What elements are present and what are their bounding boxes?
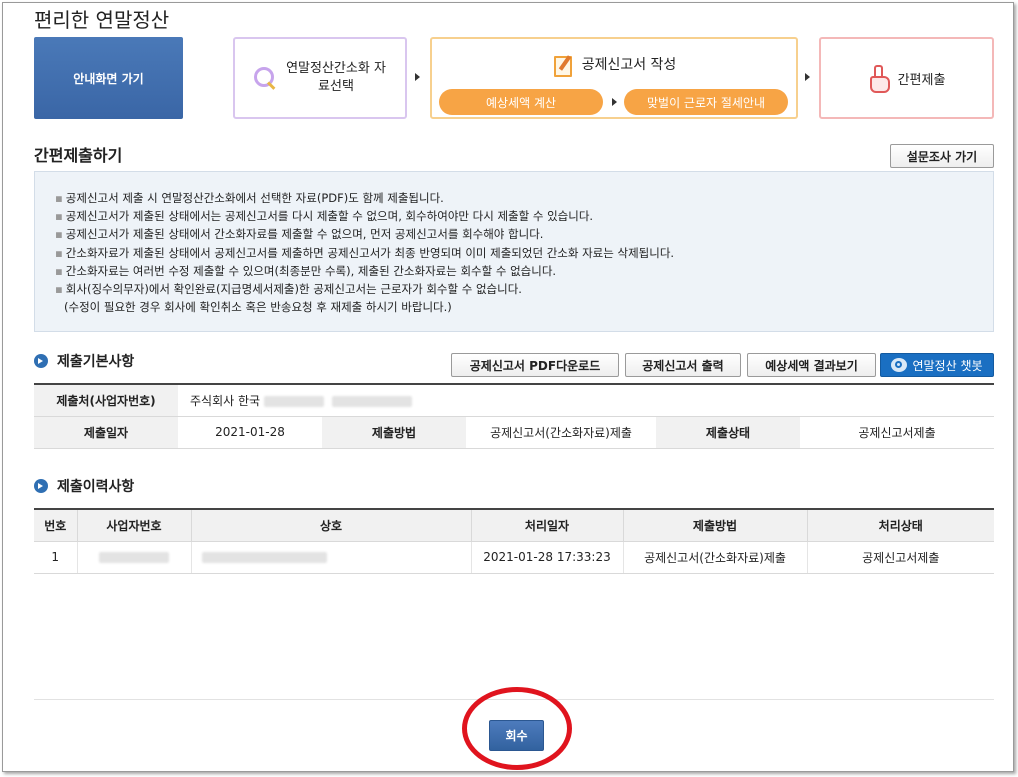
pencil-note-icon xyxy=(552,53,574,77)
col-header: 사업자번호 xyxy=(77,509,192,542)
history-heading: 제출이력사항 xyxy=(34,476,134,496)
section-title: 간편제출하기 xyxy=(34,146,123,165)
col-header: 제출방법 xyxy=(623,509,808,542)
step2-title[interactable]: 공제신고서 작성 xyxy=(582,54,677,74)
estimated-tax-button[interactable]: 예상세액 계산 xyxy=(439,89,603,115)
col-header: 번호 xyxy=(34,509,78,542)
basic-info-title: 제출기본사항 xyxy=(57,354,135,370)
status-label: 제출상태 xyxy=(656,416,800,449)
chatbot-button[interactable]: 연말정산 챗봇 xyxy=(880,353,994,377)
company-name xyxy=(191,541,472,574)
chatbot-label: 연말정산 챗봇 xyxy=(912,358,983,373)
notice-line: ▪ 간소화자료가 제출된 상태에서 공제신고서를 제출하면 공제신고서가 최종 반… xyxy=(55,245,675,260)
page-title: 편리한 연말정산 xyxy=(34,8,170,32)
step3-label: 간편제출 xyxy=(897,72,946,88)
survey-button[interactable]: 설문조사 가기 xyxy=(890,144,994,168)
processed-date: 2021-01-28 17:33:23 xyxy=(471,541,624,574)
estimated-result-button[interactable]: 예상세액 결과보기 xyxy=(747,353,876,377)
notice-box: ▪ 공제신고서 제출 시 연말정산간소화에서 선택한 자료(PDF)도 함께 제출… xyxy=(34,171,994,332)
business-number xyxy=(77,541,192,574)
history-title: 제출이력사항 xyxy=(57,479,135,495)
highlight-annotation-circle xyxy=(462,687,572,770)
pointing-hand-icon xyxy=(868,65,890,93)
date-label: 제출일자 xyxy=(34,416,178,449)
col-header: 처리일자 xyxy=(471,509,624,542)
arrow-circle-icon xyxy=(34,354,48,368)
step-simple-submit[interactable]: 간편제출 xyxy=(819,37,994,119)
history-table: 번호 사업자번호 상호 처리일자 제출방법 처리상태 1 2021-01-28 … xyxy=(34,508,994,574)
method-label: 제출방법 xyxy=(322,416,466,449)
notice-line: (수정이 필요한 경우 회사에 확인취소 혹은 반송요청 후 재제출 하시기 바… xyxy=(64,300,452,315)
arrow-circle-icon xyxy=(34,479,48,493)
col-header: 상호 xyxy=(191,509,472,542)
pill-arrow-icon xyxy=(612,98,617,106)
notice-line: ▪ 간소화자료는 여러번 수정 제출할 수 있으며(최종분만 수록), 제출된 간… xyxy=(55,263,557,278)
step-arrow-icon xyxy=(415,73,420,81)
row-number: 1 xyxy=(34,541,78,574)
step-select-simplified-data[interactable]: 연말정산간소화 자료선택 xyxy=(233,37,407,119)
method-value: 공제신고서(간소화자료)제출 xyxy=(466,416,656,449)
notice-line: ▪ 회사(징수의무자)에서 확인완료(지급명세서제출)한 공제신고서는 근로자가 … xyxy=(55,282,522,297)
status-value: 공제신고서제출 xyxy=(800,416,994,449)
basic-info-heading: 제출기본사항 xyxy=(34,351,134,371)
home-guide-button[interactable]: 안내화면 가기 xyxy=(34,37,183,119)
col-header: 처리상태 xyxy=(807,509,994,542)
table-row: 1 2021-01-28 17:33:23 공제신고서(간소화자료)제출 공제신… xyxy=(34,541,994,574)
notice-line: ▪ 공제신고서가 제출된 상태에서 간소화자료를 제출할 수 없으며, 먼저 공제… xyxy=(55,227,544,242)
masked-text xyxy=(263,395,324,407)
magnifier-icon xyxy=(254,67,276,89)
pdf-download-button[interactable]: 공제신고서 PDF다운로드 xyxy=(451,353,619,377)
step-arrow-icon xyxy=(805,73,810,81)
step-write-deduction-form: 공제신고서 작성 예상세액 계산 맞벌이 근로자 절세안내 xyxy=(430,37,798,119)
submitter-label: 제출처(사업자번호) xyxy=(34,384,178,417)
chatbot-icon xyxy=(891,358,908,372)
print-button[interactable]: 공제신고서 출력 xyxy=(625,353,741,377)
dual-income-guide-button[interactable]: 맞벌이 근로자 절세안내 xyxy=(624,89,788,115)
masked-text xyxy=(331,395,412,407)
submit-method: 공제신고서(간소화자료)제출 xyxy=(623,541,808,574)
notice-line: ▪ 공제신고서 제출 시 연말정산간소화에서 선택한 자료(PDF)도 함께 제출… xyxy=(55,191,444,205)
submitter-value: 주식회사 한국 xyxy=(178,384,994,417)
step1-label: 연말정산간소화 자료선택 xyxy=(286,61,386,94)
basic-info-table: 제출처(사업자번호) 주식회사 한국 제출일자 2021-01-28 제출방법 … xyxy=(34,383,994,449)
process-status: 공제신고서제출 xyxy=(807,541,994,574)
date-value: 2021-01-28 xyxy=(178,416,322,449)
notice-line: ▪ 공제신고서가 제출된 상태에서는 공제신고서를 다시 제출할 수 없으며, 회… xyxy=(55,209,594,224)
